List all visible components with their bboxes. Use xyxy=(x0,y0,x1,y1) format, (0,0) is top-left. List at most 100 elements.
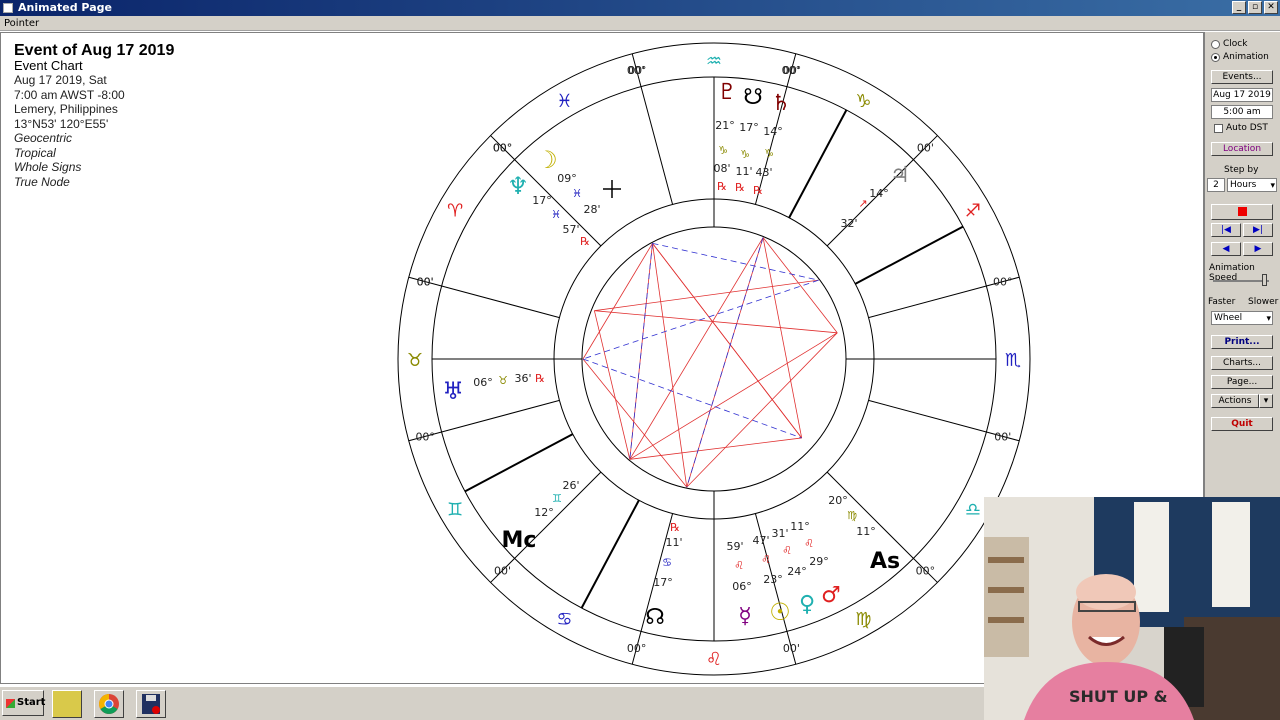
zodiac-sign-icon: ♈ xyxy=(447,201,463,222)
aspect-line-red xyxy=(594,310,838,334)
opt-house-system: Whole Signs xyxy=(14,160,82,174)
planet-label: ♓ xyxy=(572,187,582,200)
date-field[interactable]: Aug 17 2019 xyxy=(1211,88,1273,102)
charts-button[interactable]: Charts... xyxy=(1211,356,1273,370)
planet-label: 11' xyxy=(665,536,682,549)
zodiac-sign-icon: ♐ xyxy=(965,201,981,222)
aspect-circle xyxy=(581,226,847,492)
actions-dropdown[interactable]: ▾ xyxy=(1259,394,1273,408)
close-button[interactable]: ✕ xyxy=(1264,1,1278,14)
planet-label: ♊ xyxy=(552,492,562,505)
event-time: 7:00 am AWST -8:00 xyxy=(14,87,125,102)
aspect-line-red xyxy=(762,237,803,439)
astrology-wheel[interactable]: 00'00°00'00°00'00°00'00°00'00°00'00°00'0… xyxy=(395,42,1035,676)
print-button[interactable]: Print... xyxy=(1211,335,1273,349)
planet-label: ♌ xyxy=(804,537,814,550)
aspect-line-blue xyxy=(582,279,819,360)
play-back-icon: ◀ xyxy=(1222,244,1230,254)
node-s-icon: ☋ xyxy=(743,85,763,110)
app-taskbar-icon[interactable] xyxy=(52,690,82,718)
stop-button[interactable] xyxy=(1211,204,1273,220)
planet-label: ♌ xyxy=(782,544,792,557)
mc-icon: Mc xyxy=(502,528,537,553)
chevron-down-icon[interactable]: ▾ xyxy=(1270,180,1275,192)
window-controls: _ ▫ ✕ xyxy=(1232,1,1278,14)
zodiac-sign-icon: ♊ xyxy=(447,500,463,521)
window-title: Animated Page xyxy=(18,1,112,14)
planet-label: 14° xyxy=(869,187,889,200)
planet-label: 31' xyxy=(771,527,788,540)
autodst-checkbox[interactable]: Auto DST xyxy=(1214,123,1268,133)
time-field[interactable]: 5:00 am xyxy=(1211,105,1273,119)
start-button[interactable]: Start xyxy=(2,690,45,716)
event-coords: 13°N53' 120°E55' xyxy=(14,116,109,131)
house-cusp-line xyxy=(868,399,987,433)
planet-label: 23° xyxy=(763,573,783,586)
planet-label: ♌ xyxy=(761,553,771,566)
webcam-overlay: SHUT UP & xyxy=(984,497,1280,720)
zodiac-sign-icon: ♓ xyxy=(556,91,572,112)
planet-label: 11° xyxy=(790,520,810,533)
planet-label: 06° xyxy=(732,580,752,593)
clock-radio-dot[interactable] xyxy=(1211,39,1220,49)
display-mode-value: Wheel xyxy=(1214,313,1243,323)
last-button[interactable]: ▶| xyxy=(1243,223,1273,237)
skip-forward-icon: ▶| xyxy=(1253,225,1263,235)
chevron-down-icon[interactable]: ▾ xyxy=(1266,313,1271,325)
saturn-icon: ♄ xyxy=(771,91,791,116)
floppy-icon xyxy=(142,694,160,714)
autodst-box[interactable] xyxy=(1214,123,1223,133)
aspect-line-red xyxy=(594,310,631,460)
step-unit-value: Hours xyxy=(1230,180,1257,190)
uranus-icon: ♅ xyxy=(442,377,464,405)
location-button[interactable]: Location xyxy=(1211,142,1273,156)
house-cusp-line xyxy=(826,471,914,559)
planet-label: ℞ xyxy=(535,372,545,385)
animation-radio-dot[interactable] xyxy=(1211,52,1220,62)
clock-radio[interactable]: Clock xyxy=(1211,39,1247,49)
planet-label: 11° xyxy=(856,525,876,538)
chrome-taskbar-icon[interactable] xyxy=(94,690,124,718)
planet-label: 32' xyxy=(840,217,857,230)
planet-label: ♌ xyxy=(734,559,744,572)
quit-button[interactable]: Quit xyxy=(1211,417,1273,431)
aspect-line-blue xyxy=(652,242,819,281)
page-button[interactable]: Page... xyxy=(1211,375,1273,389)
planet-label: ♑ xyxy=(718,144,728,157)
animation-radio[interactable]: Animation xyxy=(1211,52,1269,62)
zodiac-sign-icon: ♎ xyxy=(965,500,981,521)
forward-button[interactable]: ▶ xyxy=(1243,242,1273,256)
cusp-degree-label: 00' xyxy=(417,276,434,289)
planet-label: ℞ xyxy=(735,181,745,194)
display-mode-select[interactable]: Wheel ▾ xyxy=(1211,311,1273,325)
aspect-line-blue xyxy=(582,358,802,439)
house-cusp-line xyxy=(640,86,674,205)
zodiac-sign-icon: ♍ xyxy=(855,609,871,630)
planet-label: ℞ xyxy=(717,180,727,193)
jupiter-axis xyxy=(854,225,964,285)
menu-pointer[interactable]: Pointer xyxy=(4,18,39,29)
planet-label: 21° xyxy=(715,119,735,132)
back-button[interactable]: ◀ xyxy=(1211,242,1241,256)
actions-button[interactable]: Actions xyxy=(1211,394,1259,408)
pluto-icon: ♇ xyxy=(717,80,737,105)
chrome-icon xyxy=(99,694,119,714)
planet-label: ♋ xyxy=(662,556,672,569)
speed-slider-thumb[interactable] xyxy=(1262,274,1267,286)
speed-slider-track[interactable] xyxy=(1213,280,1269,282)
mercury-icon: ☿ xyxy=(738,604,752,629)
cusp-degree-label: 00' xyxy=(494,564,511,577)
planet-label: 06° xyxy=(473,376,493,389)
zodiac-sign-icon: ♑ xyxy=(855,91,871,112)
step-value[interactable]: 2 xyxy=(1207,178,1225,192)
maximize-button[interactable]: ▫ xyxy=(1248,1,1262,14)
planet-label: ♑ xyxy=(764,147,774,160)
faster-label: Faster xyxy=(1208,297,1236,307)
minimize-button[interactable]: _ xyxy=(1232,1,1246,14)
events-button[interactable]: Events... xyxy=(1211,70,1273,84)
step-unit-select[interactable]: Hours ▾ xyxy=(1227,178,1277,192)
save-taskbar-icon[interactable] xyxy=(136,690,166,718)
first-button[interactable]: |◀ xyxy=(1211,223,1241,237)
app-icon xyxy=(3,3,13,13)
clock-label: Clock xyxy=(1223,39,1248,49)
